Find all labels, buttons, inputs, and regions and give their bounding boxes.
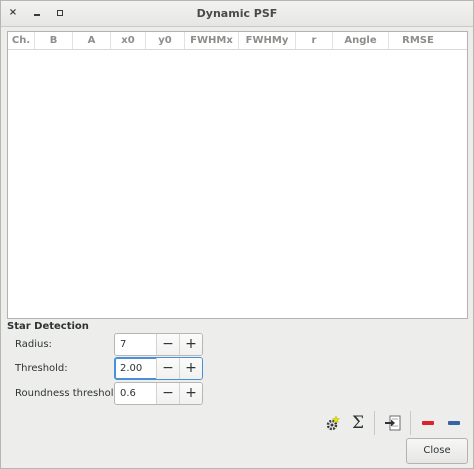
roundness-threshold-input[interactable] — [115, 383, 156, 404]
threshold-spinner: − + — [114, 357, 203, 380]
roundness-threshold-decrement-button[interactable]: − — [156, 383, 179, 404]
roundness-threshold-increment-button[interactable]: + — [179, 383, 202, 404]
radius-decrement-button[interactable]: − — [156, 334, 179, 355]
remove-blue-icon — [448, 421, 460, 425]
average-psf-button[interactable]: Σ — [347, 411, 369, 435]
column-header-x0[interactable]: x0 — [111, 32, 146, 49]
roundness-threshold-spinner: − + — [114, 382, 203, 405]
gear-icon — [326, 415, 341, 431]
star-detection-title: Star Detection — [7, 321, 89, 332]
remove-all-button[interactable] — [443, 411, 465, 435]
threshold-label: Threshold: — [15, 363, 68, 374]
column-header-b[interactable]: B — [35, 32, 73, 49]
close-button[interactable]: Close — [406, 438, 468, 464]
column-header-r[interactable]: r — [296, 32, 333, 49]
psf-results-table[interactable]: Ch. B A x0 y0 FWHMx FWHMy r Angle RMSE — [7, 31, 468, 319]
column-header-y0[interactable]: y0 — [146, 32, 185, 49]
roundness-threshold-label: Roundness threshold: — [15, 388, 124, 399]
radius-label: Radius: — [15, 339, 52, 350]
threshold-input[interactable] — [115, 358, 156, 379]
threshold-increment-button[interactable]: + — [179, 358, 202, 379]
toolbar-separator — [374, 411, 375, 435]
export-button[interactable] — [381, 411, 405, 435]
column-header-fwhmy[interactable]: FWHMy — [239, 32, 296, 49]
column-header-rmse[interactable]: RMSE — [389, 32, 447, 49]
title-bar: × Dynamic PSF — [1, 1, 473, 27]
dynamic-psf-window: × Dynamic PSF Ch. B A x0 y0 FWHMx FWHMy … — [0, 0, 474, 469]
threshold-decrement-button[interactable]: − — [156, 358, 179, 379]
remove-selected-button[interactable] — [417, 411, 439, 435]
toolbar-separator — [410, 411, 411, 435]
export-icon — [385, 415, 401, 431]
radius-input[interactable] — [115, 334, 156, 355]
column-header-fwhmx[interactable]: FWHMx — [185, 32, 239, 49]
window-title: Dynamic PSF — [196, 7, 278, 20]
column-header-angle[interactable]: Angle — [333, 32, 389, 49]
column-header-a[interactable]: A — [73, 32, 111, 49]
remove-red-icon — [422, 421, 434, 425]
sigma-icon: Σ — [351, 413, 365, 433]
column-header-ch[interactable]: Ch. — [8, 32, 35, 49]
table-header: Ch. B A x0 y0 FWHMx FWHMy r Angle RMSE — [8, 32, 467, 50]
radius-spinner: − + — [114, 333, 203, 356]
detect-stars-button[interactable] — [321, 411, 343, 435]
radius-increment-button[interactable]: + — [179, 334, 202, 355]
